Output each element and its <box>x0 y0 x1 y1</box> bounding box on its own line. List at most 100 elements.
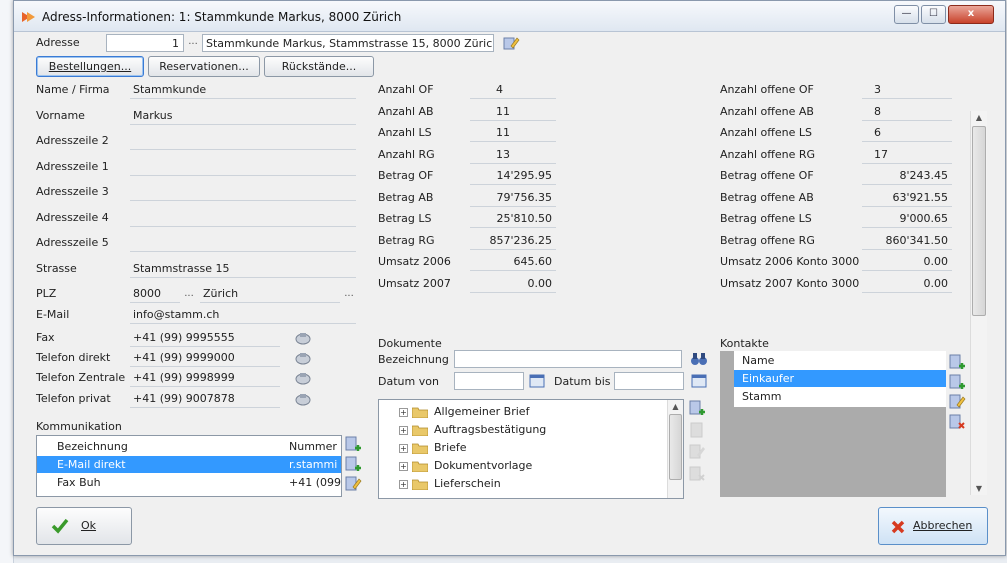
open-stat-value: 0.00 <box>862 274 952 293</box>
phone-dial-icon[interactable] <box>294 390 312 408</box>
person-field-value[interactable]: Stammkunde <box>130 81 356 99</box>
document-tree-node[interactable]: + Auftragsbestätigung <box>399 421 546 438</box>
edit-address-icon[interactable] <box>502 34 520 52</box>
comm-col-name-header[interactable]: Bezeichnung <box>57 438 128 455</box>
phone-dial-icon[interactable] <box>294 329 312 347</box>
edit-document-icon[interactable] <box>688 443 706 461</box>
close-button[interactable]: x <box>948 5 994 24</box>
scroll-up-arrow[interactable]: ▲ <box>668 402 683 411</box>
edit-contact-icon[interactable] <box>948 393 966 411</box>
address-info-window: Adress-Informationen: 1: Stammkunde Mark… <box>13 0 1006 556</box>
person-field-value[interactable]: Stammstrasse 15 <box>130 259 356 278</box>
phone-private-field[interactable]: +41 (99) 9007878 <box>130 390 280 408</box>
binoculars-search-icon[interactable] <box>690 350 708 368</box>
person-field-value[interactable] <box>130 183 356 201</box>
scroll-down-arrow[interactable]: ▼ <box>971 484 987 493</box>
contacts-list[interactable]: Name Einkaufer Stamm <box>734 351 946 407</box>
open-stat-value: 17 <box>862 145 952 164</box>
contacts-panel[interactable]: Name Einkaufer Stamm <box>720 351 946 497</box>
stat-value: 11 <box>470 124 556 142</box>
backorders-button[interactable]: Rückstände... <box>264 56 374 77</box>
add-communication-icon[interactable] <box>344 435 362 453</box>
doc-date-from-field[interactable] <box>454 372 524 390</box>
document-tree-label: Allgemeiner Brief <box>434 405 530 418</box>
person-field-label: Strasse <box>36 261 77 275</box>
document-tree[interactable]: + Allgemeiner Brief + Auftragsbestätigung + B… <box>378 399 684 499</box>
doc-date-to-label: Datum bis <box>554 375 611 388</box>
person-field-label: Adresszeile 1 <box>36 159 109 173</box>
address-text-field[interactable]: Stammkunde Markus, Stammstrasse 15, 8000… <box>202 34 494 52</box>
delete-contact-icon[interactable] <box>948 413 966 431</box>
expand-plus-icon[interactable]: + <box>399 425 408 435</box>
open-stat-label: Anzahl offene OF <box>720 83 814 96</box>
folder-icon <box>412 479 428 490</box>
contact-row[interactable]: Stamm <box>734 388 946 405</box>
ok-button[interactable]: Ok <box>36 507 132 545</box>
phone-central-field[interactable]: +41 (99) 9998999 <box>130 369 280 387</box>
cancel-button[interactable]: Abbrechen <box>878 507 988 545</box>
document-tree-label: Briefe <box>434 441 467 454</box>
phone-dial-icon[interactable] <box>294 349 312 367</box>
add-communication-icon[interactable] <box>344 455 362 473</box>
reservations-button[interactable]: Reservationen... <box>148 56 260 77</box>
open-stat-value: 6 <box>862 124 952 142</box>
person-field-value[interactable] <box>130 208 356 227</box>
document-tree-node[interactable]: + Lieferschein <box>399 475 501 492</box>
calendar-icon[interactable] <box>690 372 708 390</box>
fax-field[interactable]: +41 (99) 9995555 <box>130 329 280 347</box>
person-field-label: Adresszeile 5 <box>36 236 109 249</box>
scroll-thumb[interactable] <box>972 126 986 316</box>
stat-value: 14'295.95 <box>470 167 556 185</box>
document-tree-scrollbar[interactable]: ▲ <box>667 400 683 498</box>
doc-designation-field[interactable] <box>454 350 682 368</box>
orders-button[interactable]: Bestellungen... <box>36 56 144 77</box>
delete-document-icon[interactable] <box>688 465 706 483</box>
phone-direct-field[interactable]: +41 (99) 9999000 <box>130 349 280 367</box>
contact-row[interactable]: Name <box>734 352 946 369</box>
email-field[interactable]: info@stamm.ch <box>130 306 356 324</box>
contact-name: Stamm <box>742 390 782 403</box>
client-area: Adresse 1 ... Stammkunde Markus, Stammst… <box>14 33 1005 555</box>
phone-dial-icon[interactable] <box>294 369 312 387</box>
scroll-up-arrow[interactable]: ▲ <box>971 113 987 122</box>
person-field-value[interactable] <box>130 234 356 252</box>
expand-plus-icon[interactable]: + <box>399 407 408 417</box>
address-number-field[interactable]: 1 <box>106 34 184 52</box>
backorders-button-label: Rückstände... <box>281 60 357 73</box>
contact-row[interactable]: Einkaufer <box>734 370 946 387</box>
stat-label: Betrag AB <box>378 190 434 204</box>
communication-row[interactable]: E-Mail direkt r.stammi <box>37 456 341 473</box>
address-lookup-button[interactable]: ... <box>186 36 200 50</box>
minimize-button[interactable]: — <box>894 5 919 24</box>
open-stat-label: Betrag offene OF <box>720 169 814 182</box>
expand-plus-icon[interactable]: + <box>399 461 408 471</box>
city-lookup-button[interactable]: ... <box>342 288 356 302</box>
open-stat-value: 8 <box>862 102 952 121</box>
communication-list[interactable]: Bezeichnung Nummer E-Mail direkt r.stammi… <box>36 435 342 497</box>
add-contact-icon[interactable] <box>948 373 966 391</box>
open-stat-value: 63'921.55 <box>862 188 952 207</box>
panel-scrollbar[interactable]: ▲ ▼ <box>970 111 987 495</box>
comm-col-number-header[interactable]: Nummer <box>289 438 337 455</box>
document-icon[interactable] <box>688 421 706 439</box>
plz-lookup-button[interactable]: ... <box>182 288 196 302</box>
doc-date-to-field[interactable] <box>614 372 684 390</box>
edit-communication-icon[interactable] <box>344 475 362 493</box>
document-tree-node[interactable]: + Allgemeiner Brief <box>399 403 529 420</box>
calendar-icon[interactable] <box>528 372 546 390</box>
communication-row[interactable]: Fax Buh +41 (099) <box>37 474 341 491</box>
document-tree-node[interactable]: + Dokumentvorlage <box>399 457 532 474</box>
city-field[interactable]: Zürich <box>200 285 340 303</box>
expand-plus-icon[interactable]: + <box>399 443 408 453</box>
person-field-value[interactable] <box>130 157 356 176</box>
maximize-button[interactable]: ☐ <box>921 5 946 24</box>
title-bar[interactable]: Adress-Informationen: 1: Stammkunde Mark… <box>14 1 1005 32</box>
document-tree-node[interactable]: + Briefe <box>399 439 467 456</box>
scroll-thumb[interactable] <box>669 414 682 480</box>
add-document-icon[interactable] <box>688 399 706 417</box>
add-contact-icon[interactable] <box>948 353 966 371</box>
person-field-value[interactable]: Markus <box>130 106 356 125</box>
expand-plus-icon[interactable]: + <box>399 479 408 489</box>
plz-field[interactable]: 8000 <box>130 285 180 303</box>
person-field-value[interactable] <box>130 132 356 150</box>
